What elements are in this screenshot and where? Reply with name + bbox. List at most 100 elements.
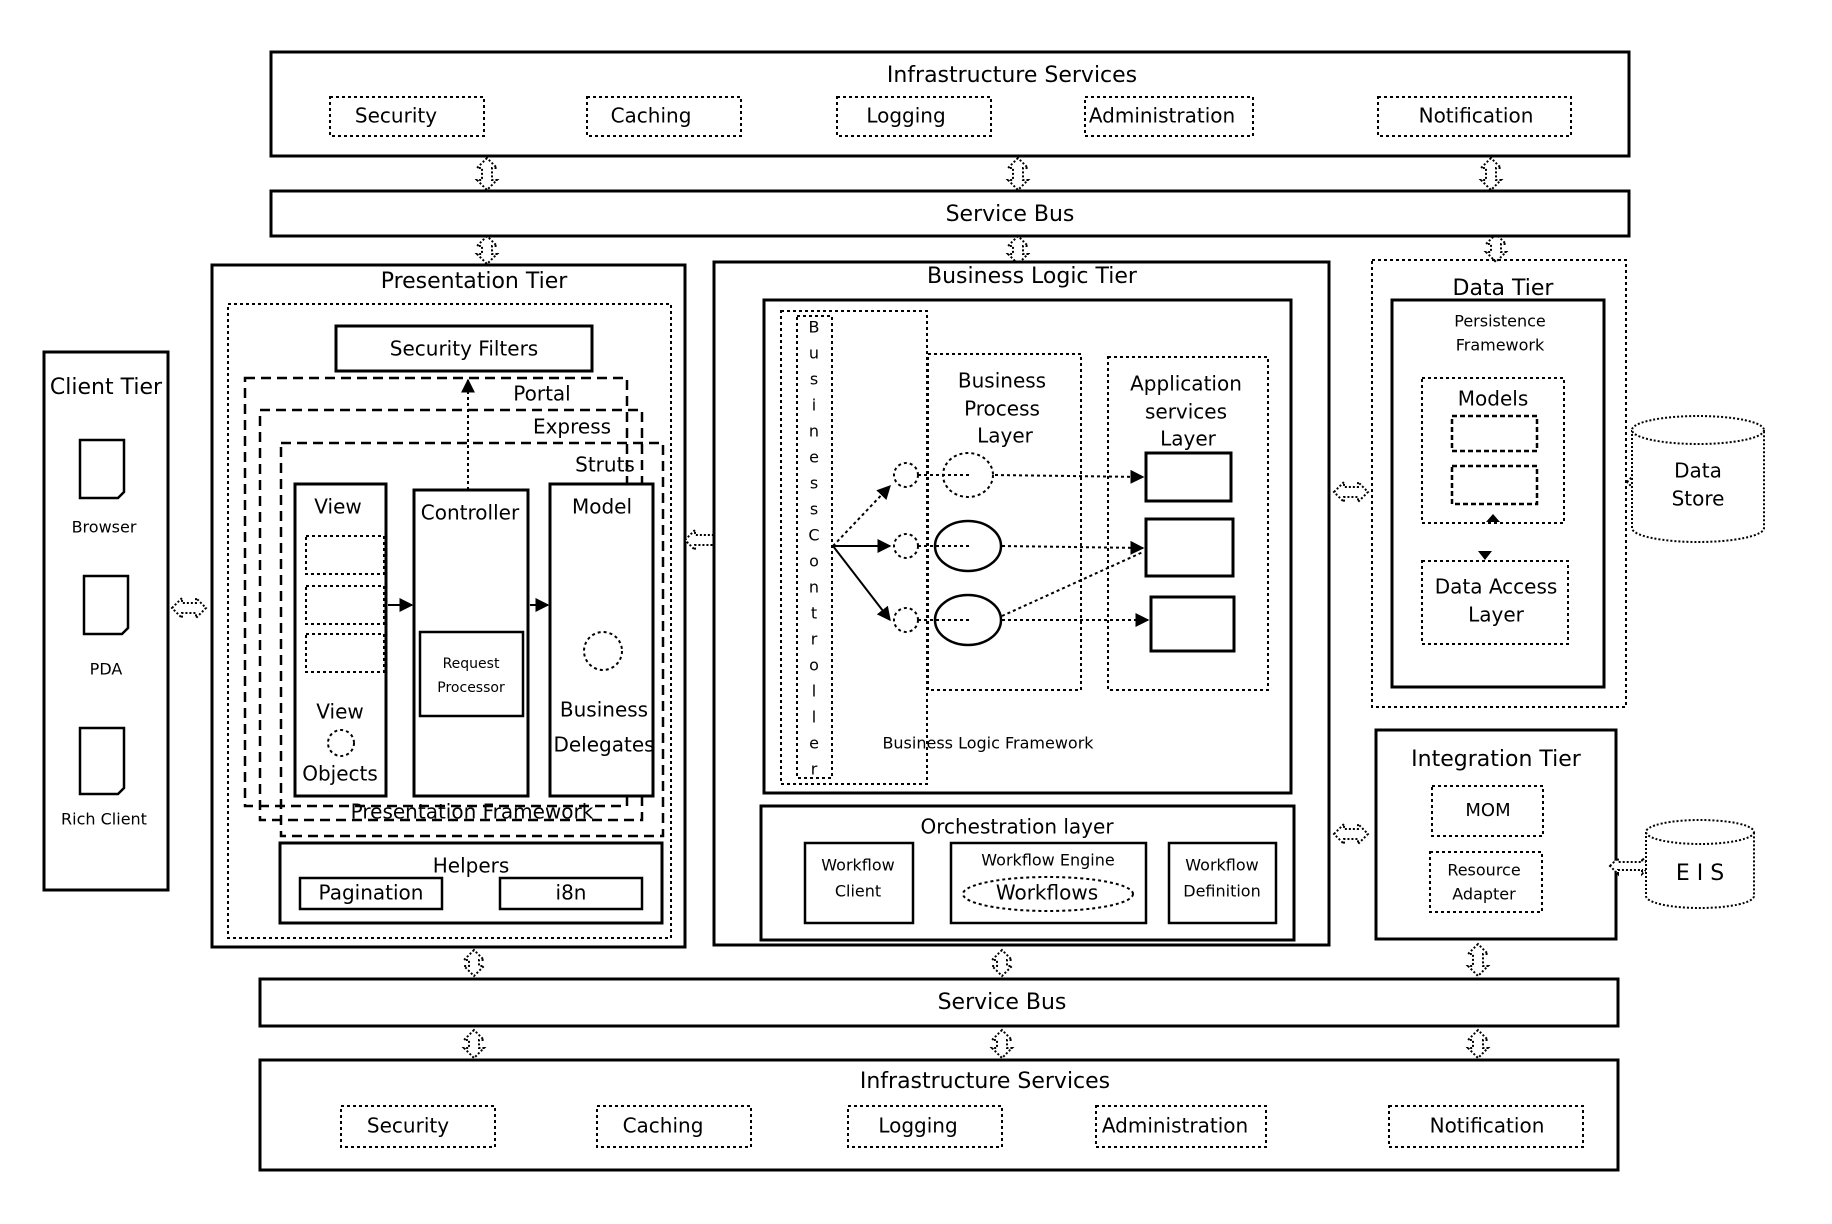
business-controller-letter: r <box>811 760 818 779</box>
business-controller-letter: o <box>809 552 819 571</box>
bidirectional-arrow-icon <box>1478 156 1504 192</box>
svg-text:Portal: Portal <box>513 382 570 406</box>
svg-text:Browser: Browser <box>72 518 137 537</box>
svg-text:Client Tier: Client Tier <box>50 375 163 400</box>
svg-text:Workflows: Workflows <box>996 881 1098 905</box>
svg-text:Pagination: Pagination <box>319 881 424 905</box>
orchestration-layer: Orchestration layer Workflow Client Work… <box>759 804 1296 942</box>
svg-text:Struts: Struts <box>575 453 635 477</box>
request-processor[interactable]: Request Processor <box>418 630 525 718</box>
svg-text:Process: Process <box>964 397 1040 421</box>
svg-text:Rich Client: Rich Client <box>61 810 147 829</box>
workflow-client[interactable]: Workflow Client <box>803 841 915 925</box>
svg-text:Caching: Caching <box>611 104 692 128</box>
presentation-framework-label: Presentation Framework <box>351 800 594 824</box>
svg-text:Express: Express <box>533 415 611 439</box>
svg-text:Persistence: Persistence <box>1454 312 1546 331</box>
bidirectional-arrow-icon <box>461 948 487 978</box>
svg-text:Administration: Administration <box>1089 104 1235 128</box>
svg-text:Administration: Administration <box>1102 1114 1248 1138</box>
architecture-diagram: Infrastructure Services Security Caching… <box>42 50 1765 1172</box>
business-controller-letter: e <box>809 734 819 753</box>
svg-text:Models: Models <box>1458 387 1528 411</box>
helper-pagination[interactable]: Pagination <box>298 876 444 911</box>
document-icon <box>82 574 130 636</box>
document-icon <box>78 438 126 500</box>
security-filters[interactable]: Security Filters <box>334 324 594 373</box>
bidirectional-arrow-icon <box>1332 821 1370 847</box>
infrastructure-services-top: Infrastructure Services Security Caching… <box>269 50 1631 158</box>
bidirectional-arrow-icon <box>170 595 208 621</box>
svg-text:Client: Client <box>835 882 881 901</box>
persistence-framework <box>1390 298 1606 689</box>
svg-text:Framework: Framework <box>1456 336 1545 355</box>
bidirectional-arrow-icon <box>1465 1028 1491 1060</box>
helper-i8n[interactable]: i8n <box>498 876 644 911</box>
svg-text:Definition: Definition <box>1183 882 1260 901</box>
svg-text:services: services <box>1145 400 1227 424</box>
service-bus-top: Service Bus <box>269 189 1631 238</box>
client-pda[interactable]: PDA <box>82 574 130 679</box>
business-controller-letter: s <box>810 500 818 519</box>
workflow-definition[interactable]: Workflow Definition <box>1167 841 1278 925</box>
business-controller-letter: o <box>809 656 819 675</box>
mvc-controller[interactable]: Controller Request Processor <box>412 488 530 798</box>
integration-tier: Integration Tier MOM Resource Adapter <box>1374 728 1618 941</box>
application-service-3[interactable] <box>1149 595 1236 653</box>
bidirectional-arrow-icon <box>474 156 500 192</box>
svg-text:Workflow: Workflow <box>821 856 894 875</box>
svg-text:Business: Business <box>958 369 1046 393</box>
mvc-view[interactable]: View View Objects <box>293 482 388 798</box>
business-controller-letter: C <box>808 526 819 545</box>
eis[interactable]: E I S <box>1645 819 1755 909</box>
business-controller-letter: u <box>809 344 819 363</box>
svg-text:Security: Security <box>355 104 437 128</box>
svg-text:Logging: Logging <box>878 1114 957 1138</box>
svg-text:Service Bus: Service Bus <box>938 990 1067 1015</box>
svg-text:Business Logic Tier: Business Logic Tier <box>927 264 1138 289</box>
svg-text:Adapter: Adapter <box>1452 885 1516 904</box>
business-controller-letter: B <box>809 318 820 337</box>
svg-text:Application: Application <box>1130 372 1242 396</box>
bidirectional-arrow-icon <box>1005 234 1031 266</box>
svg-text:Delegates: Delegates <box>553 733 654 757</box>
business-controller-letter: t <box>811 604 817 623</box>
svg-text:Layer: Layer <box>1468 603 1525 627</box>
svg-text:MOM: MOM <box>1465 800 1510 821</box>
svg-text:Presentation Tier: Presentation Tier <box>381 269 569 294</box>
business-controller-letter: l <box>812 682 816 701</box>
svg-text:Service Bus: Service Bus <box>946 202 1075 227</box>
business-controller-letter: s <box>810 370 818 389</box>
svg-text:Layer: Layer <box>1160 427 1217 451</box>
data-tier: Data Tier Persistence Framework Models D… <box>1371 259 1627 708</box>
document-icon <box>78 726 126 796</box>
business-logic-framework-label: Business Logic Framework <box>882 734 1094 753</box>
mvc-model[interactable]: Model Business Delegates <box>548 482 655 798</box>
svg-text:Infrastructure Services: Infrastructure Services <box>860 1069 1110 1094</box>
bidirectional-arrow-icon <box>1483 232 1509 264</box>
svg-text:Helpers: Helpers <box>433 854 510 878</box>
svg-text:Workflow: Workflow <box>1185 856 1258 875</box>
svg-text:E I S: E I S <box>1676 861 1724 886</box>
business-controller-letter: r <box>811 630 818 649</box>
service-bus-bottom: Service Bus <box>258 977 1620 1028</box>
svg-text:Data Access: Data Access <box>1435 575 1558 599</box>
svg-text:Business: Business <box>560 698 648 722</box>
presentation-tier: Presentation Tier Security Filters Porta… <box>210 263 687 949</box>
svg-text:Workflow Engine: Workflow Engine <box>981 851 1114 870</box>
application-service-2[interactable] <box>1144 517 1235 578</box>
bidirectional-arrow-icon <box>989 948 1015 978</box>
business-logic-tier: Business Logic Tier BusinessController B… <box>712 260 1331 947</box>
svg-text:Security: Security <box>367 1114 449 1138</box>
application-service-1[interactable] <box>1144 451 1233 503</box>
workflow-engine[interactable]: Workflow Engine Workflows <box>949 841 1148 925</box>
svg-text:Integration Tier: Integration Tier <box>1411 747 1582 772</box>
business-controller-letter: l <box>812 708 816 727</box>
svg-text:Layer: Layer <box>977 424 1034 448</box>
data-store[interactable]: Data Store <box>1631 415 1765 543</box>
svg-text:Controller: Controller <box>421 501 520 525</box>
helpers: Helpers Pagination i8n <box>278 841 664 925</box>
client-tier: Client Tier Browser PDA Rich Client <box>42 350 170 892</box>
bidirectional-arrow-icon <box>1608 855 1652 877</box>
business-controller-letter: n <box>809 578 819 597</box>
